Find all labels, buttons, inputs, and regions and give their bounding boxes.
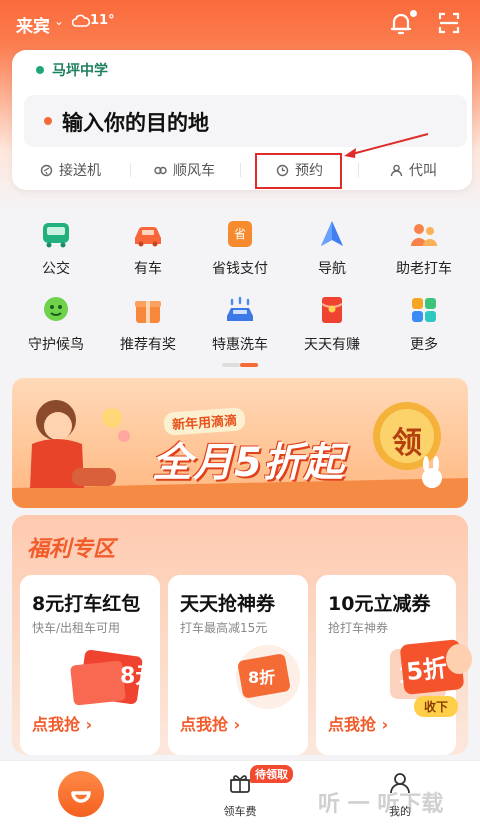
gift-box-icon[interactable] <box>228 771 252 795</box>
service-airport-transfer[interactable]: 接送机 <box>40 157 101 183</box>
highlight-box <box>255 153 342 189</box>
carwash-icon <box>227 296 253 321</box>
claim-button[interactable]: 领 <box>384 418 430 462</box>
welfare-title: 福利专区 <box>27 537 116 562</box>
service-label: 代叫 <box>409 163 437 179</box>
grid-label: 省钱支付 <box>212 261 268 277</box>
coupon-subtitle: 抢打车神券 <box>328 621 389 635</box>
rideshare-icon <box>154 166 167 174</box>
wallet-icon: 省 <box>228 221 252 247</box>
notification-dot <box>410 10 417 17</box>
divider <box>358 163 359 177</box>
coupon-card[interactable]: 8元打车红包 快车/出租车可用 8元 点我抢 › <box>20 575 160 755</box>
divider <box>240 163 241 177</box>
pager-dot <box>222 363 240 367</box>
coupon-action[interactable]: 点我抢 › <box>32 711 92 735</box>
more-apps-icon <box>412 298 436 322</box>
coupon-action-label: 点我抢 <box>180 715 229 734</box>
gift-icon <box>135 301 161 323</box>
nav-label-fare[interactable]: 领车费 <box>210 803 270 819</box>
promo-badge-text: 5折 <box>404 653 449 687</box>
red-packet-illustration: 8元 <box>70 649 157 706</box>
floating-promo[interactable]: 5折 收下 <box>399 636 474 720</box>
elderly-icon <box>411 224 437 246</box>
origin-location[interactable]: 马坪中学 <box>52 60 108 80</box>
trip-card: 马坪中学 输入你的目的地 接送机 顺风车 预约 代叫 <box>12 50 472 190</box>
coupon-subtitle: 快车/出租车可用 <box>32 621 121 635</box>
grid-item-elderly[interactable]: 助老打车 <box>378 218 470 288</box>
coupon-title: 10元立减券 <box>328 593 431 615</box>
coupon-action-label: 点我抢 <box>328 715 377 734</box>
grid-item-more[interactable]: 更多 <box>378 294 470 364</box>
grid-item-earn[interactable]: 天天有赚 <box>286 294 378 364</box>
person-icon <box>390 164 403 176</box>
coupon-action[interactable]: 点我抢 › <box>180 711 240 735</box>
annotation-arrow <box>344 133 429 158</box>
car-icon <box>135 227 161 247</box>
grid-label: 更多 <box>410 337 438 353</box>
svg-text:省: 省 <box>234 227 246 241</box>
pager-dot-active <box>240 363 258 367</box>
grid-item-car[interactable]: 有车 <box>102 218 194 288</box>
grid-item-pay[interactable]: 省 省钱支付 <box>194 218 286 288</box>
bird-icon <box>44 297 68 321</box>
grid-item-bird[interactable]: 守护候鸟 <box>10 294 102 364</box>
coupon-card[interactable]: 天天抢神券 打车最高减15元 8折 点我抢 › <box>168 575 308 755</box>
grid-label: 守护候鸟 <box>28 337 84 353</box>
temperature: 11° <box>90 13 115 28</box>
divider <box>130 163 131 177</box>
grid-item-bus[interactable]: 公交 <box>10 218 102 288</box>
coupon-title: 8元打车红包 <box>32 593 141 615</box>
promo-banner[interactable]: 新年用滴滴 全月5折起 领 <box>12 378 468 508</box>
coupon-action[interactable]: 点我抢 › <box>328 711 388 735</box>
didi-logo-icon <box>71 791 91 803</box>
chevron-down-icon[interactable]: ⌄ <box>54 14 64 28</box>
city-selector[interactable]: 来宾 <box>16 12 50 37</box>
promo-receive-button[interactable]: 收下 <box>414 696 459 717</box>
grid-label: 有车 <box>134 261 162 277</box>
destination-placeholder: 输入你的目的地 <box>62 111 209 135</box>
grid-label: 推荐有奖 <box>120 337 176 353</box>
grid-item-navigation[interactable]: 导航 <box>286 218 378 288</box>
grid-label: 公交 <box>42 261 70 277</box>
coupon-art-text: 8折 <box>248 668 275 687</box>
grid-label: 特惠洗车 <box>212 337 268 353</box>
discount-illustration: 8折 <box>236 645 300 709</box>
service-label: 顺风车 <box>173 163 215 179</box>
service-label: 接送机 <box>59 163 101 179</box>
scan-icon[interactable] <box>438 12 460 34</box>
destination-dot <box>44 117 52 125</box>
cloud-icon <box>72 14 90 27</box>
airport-icon <box>40 164 53 176</box>
coupon-action-label: 点我抢 <box>32 715 81 734</box>
grid-item-carwash[interactable]: 特惠洗车 <box>194 294 286 364</box>
red-envelope-icon <box>321 297 343 323</box>
coupon-title: 天天抢神券 <box>180 593 276 615</box>
coupon-subtitle: 打车最高减15元 <box>180 621 268 635</box>
grid-label: 导航 <box>318 261 346 277</box>
bus-icon <box>43 223 69 248</box>
home-button[interactable] <box>58 771 104 817</box>
origin-dot <box>36 66 44 74</box>
banner-headline: 全月5折起 <box>152 440 345 486</box>
grid-label: 助老打车 <box>396 261 452 277</box>
coupon-art-text: 8元 <box>120 664 157 689</box>
status-badge: 待领取 <box>250 765 293 783</box>
grid-item-referral[interactable]: 推荐有奖 <box>102 294 194 364</box>
avatar <box>446 644 472 674</box>
service-ride-share[interactable]: 顺风车 <box>154 157 215 183</box>
navigation-icon <box>321 221 343 246</box>
watermark: 听 一 听下载 <box>318 792 444 817</box>
grid-label: 天天有赚 <box>304 337 360 353</box>
